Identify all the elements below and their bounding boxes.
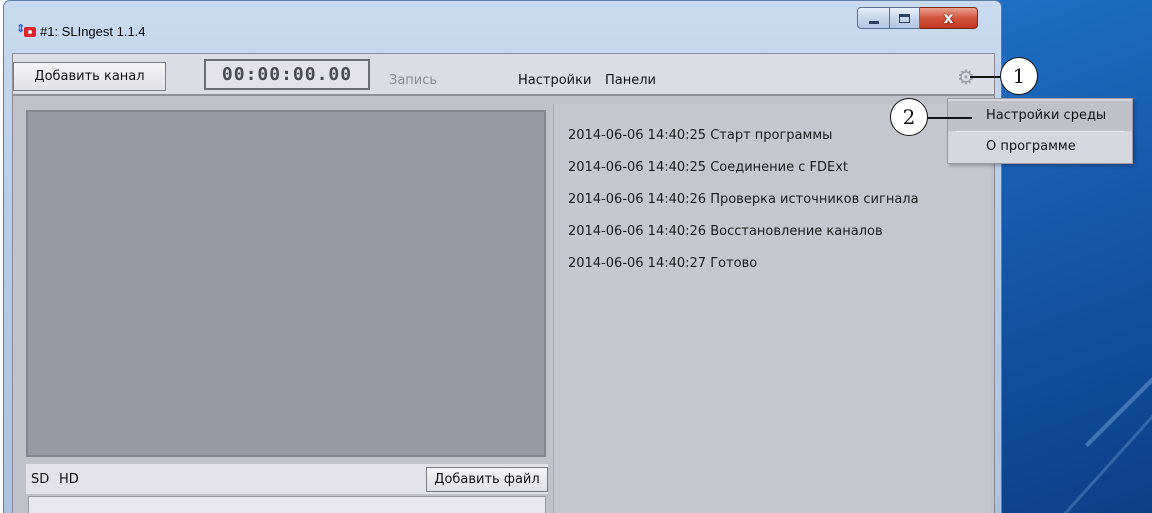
tab-hd[interactable]: HD — [59, 472, 79, 487]
close-icon: x — [943, 8, 954, 27]
add-channel-button[interactable]: Добавить канал — [13, 62, 166, 91]
timecode-display: 00:00:00.00 — [204, 59, 370, 90]
source-tabbar: SD HD Добавить файл — [26, 464, 548, 494]
app-window: ⇕ #1: SLIngest 1.1.4 x Добавить канал 00… — [3, 0, 1002, 513]
callout-badge: 1 — [1000, 57, 1038, 95]
record-menu[interactable]: Запись — [389, 73, 437, 88]
app-logo-icon: ⇕ — [16, 23, 38, 39]
menu-item-about[interactable]: О программе — [948, 132, 1132, 162]
window-title: #1: SLIngest 1.1.4 — [40, 24, 146, 39]
title-bar[interactable]: ⇕ #1: SLIngest 1.1.4 x — [4, 1, 1001, 45]
maximize-icon — [899, 13, 910, 23]
settings-dropdown-menu: Настройки среды О программе — [947, 98, 1133, 164]
toolbar: Добавить канал 00:00:00.00 Запись Настро… — [13, 54, 994, 96]
minimize-button[interactable] — [857, 7, 890, 29]
file-list[interactable] — [28, 496, 546, 513]
desktop-light-streak — [1061, 366, 1152, 513]
log-line: 2014-06-06 14:40:25 Старт программы — [568, 128, 833, 143]
log-line: 2014-06-06 14:40:27 Готово — [568, 256, 758, 271]
callout-badge: 2 — [890, 98, 928, 136]
menu-item-environment-settings[interactable]: Настройки среды — [948, 101, 1132, 131]
maximize-button[interactable] — [890, 7, 920, 29]
tab-sd[interactable]: SD — [31, 472, 49, 487]
client-area: Добавить канал 00:00:00.00 Запись Настро… — [12, 53, 995, 513]
caption-buttons: x — [857, 7, 978, 29]
settings-menu[interactable]: Настройки — [518, 73, 591, 88]
log-line: 2014-06-06 14:40:26 Восстановление канал… — [568, 224, 883, 239]
panels-menu[interactable]: Панели — [605, 73, 656, 88]
add-file-button[interactable]: Добавить файл — [426, 467, 548, 492]
log-line: 2014-06-06 14:40:25 Соединение с FDExt — [568, 160, 849, 175]
video-preview — [26, 110, 546, 457]
event-log: 2014-06-06 14:40:25 Старт программы 2014… — [553, 104, 990, 513]
close-button[interactable]: x — [920, 7, 978, 29]
callout-leader-line — [928, 117, 972, 119]
log-line: 2014-06-06 14:40:26 Проверка источников … — [568, 192, 919, 207]
callout-leader-line — [970, 76, 1000, 78]
minimize-icon — [868, 20, 879, 24]
